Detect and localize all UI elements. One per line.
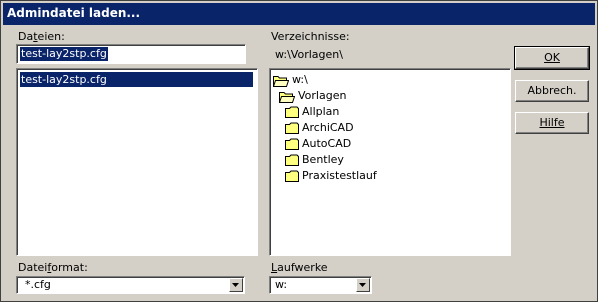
cancel-button[interactable]: Abbrech. bbox=[515, 80, 589, 102]
dropdown-arrow-icon[interactable] bbox=[229, 278, 243, 292]
ok-button[interactable]: OK bbox=[514, 46, 590, 70]
file-format-value: *.cfg bbox=[25, 278, 51, 291]
drives-label: Laufwerke bbox=[271, 261, 328, 274]
tree-item-label: Praxistestlauf bbox=[302, 169, 377, 182]
help-button[interactable]: Hilfe bbox=[515, 112, 589, 134]
window-title: Admindatei laden... bbox=[7, 6, 141, 20]
file-format-label: Dateiformat: bbox=[18, 261, 88, 274]
tree-item-label: w:\ bbox=[292, 73, 308, 86]
list-item[interactable]: test-lay2stp.cfg bbox=[20, 72, 253, 87]
tree-item-label: Allplan bbox=[302, 105, 340, 118]
files-listbox[interactable]: test-lay2stp.cfg bbox=[16, 68, 258, 256]
folder-icon bbox=[285, 170, 299, 182]
folder-icon bbox=[285, 154, 299, 166]
open-folder-icon bbox=[273, 75, 289, 87]
drive-select[interactable]: w: bbox=[269, 276, 372, 294]
drive-value: w: bbox=[275, 278, 288, 291]
tree-item-autocad[interactable]: AutoCAD bbox=[285, 136, 351, 152]
tree-item-allplan[interactable]: Allplan bbox=[285, 104, 339, 120]
current-directory-path: w:\Vorlagen\ bbox=[275, 48, 343, 61]
open-folder-icon bbox=[279, 91, 295, 103]
tree-item-drive-w[interactable]: w:\ bbox=[273, 72, 308, 88]
load-admin-file-dialog: Admindatei laden... Dateien: test-lay2st… bbox=[0, 0, 598, 302]
filename-input-value: test-lay2stp.cfg bbox=[20, 47, 108, 61]
title-bar[interactable]: Admindatei laden... bbox=[3, 3, 595, 25]
file-format-select[interactable]: *.cfg bbox=[16, 276, 245, 294]
tree-item-label: Vorlagen bbox=[298, 89, 347, 102]
tree-item-label: AutoCAD bbox=[302, 137, 352, 150]
dropdown-arrow-icon[interactable] bbox=[356, 278, 370, 292]
folder-icon bbox=[285, 106, 299, 118]
tree-item-vorlagen[interactable]: Vorlagen bbox=[279, 88, 346, 104]
files-label: Dateien: bbox=[18, 30, 65, 43]
ok-button-label: OK bbox=[544, 51, 560, 64]
tree-item-label: ArchiCAD bbox=[302, 121, 354, 134]
directories-label: Verzeichnisse: bbox=[271, 30, 350, 43]
tree-item-archicad[interactable]: ArchiCAD bbox=[285, 120, 354, 136]
folder-icon bbox=[285, 138, 299, 150]
folder-icon bbox=[285, 122, 299, 134]
filename-input[interactable]: test-lay2stp.cfg bbox=[16, 44, 246, 64]
directory-tree[interactable]: w:\ Vorlagen Allplan ArchiCAD AutoCAD Be… bbox=[269, 68, 511, 256]
tree-item-praxistestlauf[interactable]: Praxistestlauf bbox=[285, 168, 377, 184]
help-button-label: Hilfe bbox=[539, 116, 565, 129]
tree-item-bentley[interactable]: Bentley bbox=[285, 152, 344, 168]
tree-item-label: Bentley bbox=[302, 153, 344, 166]
